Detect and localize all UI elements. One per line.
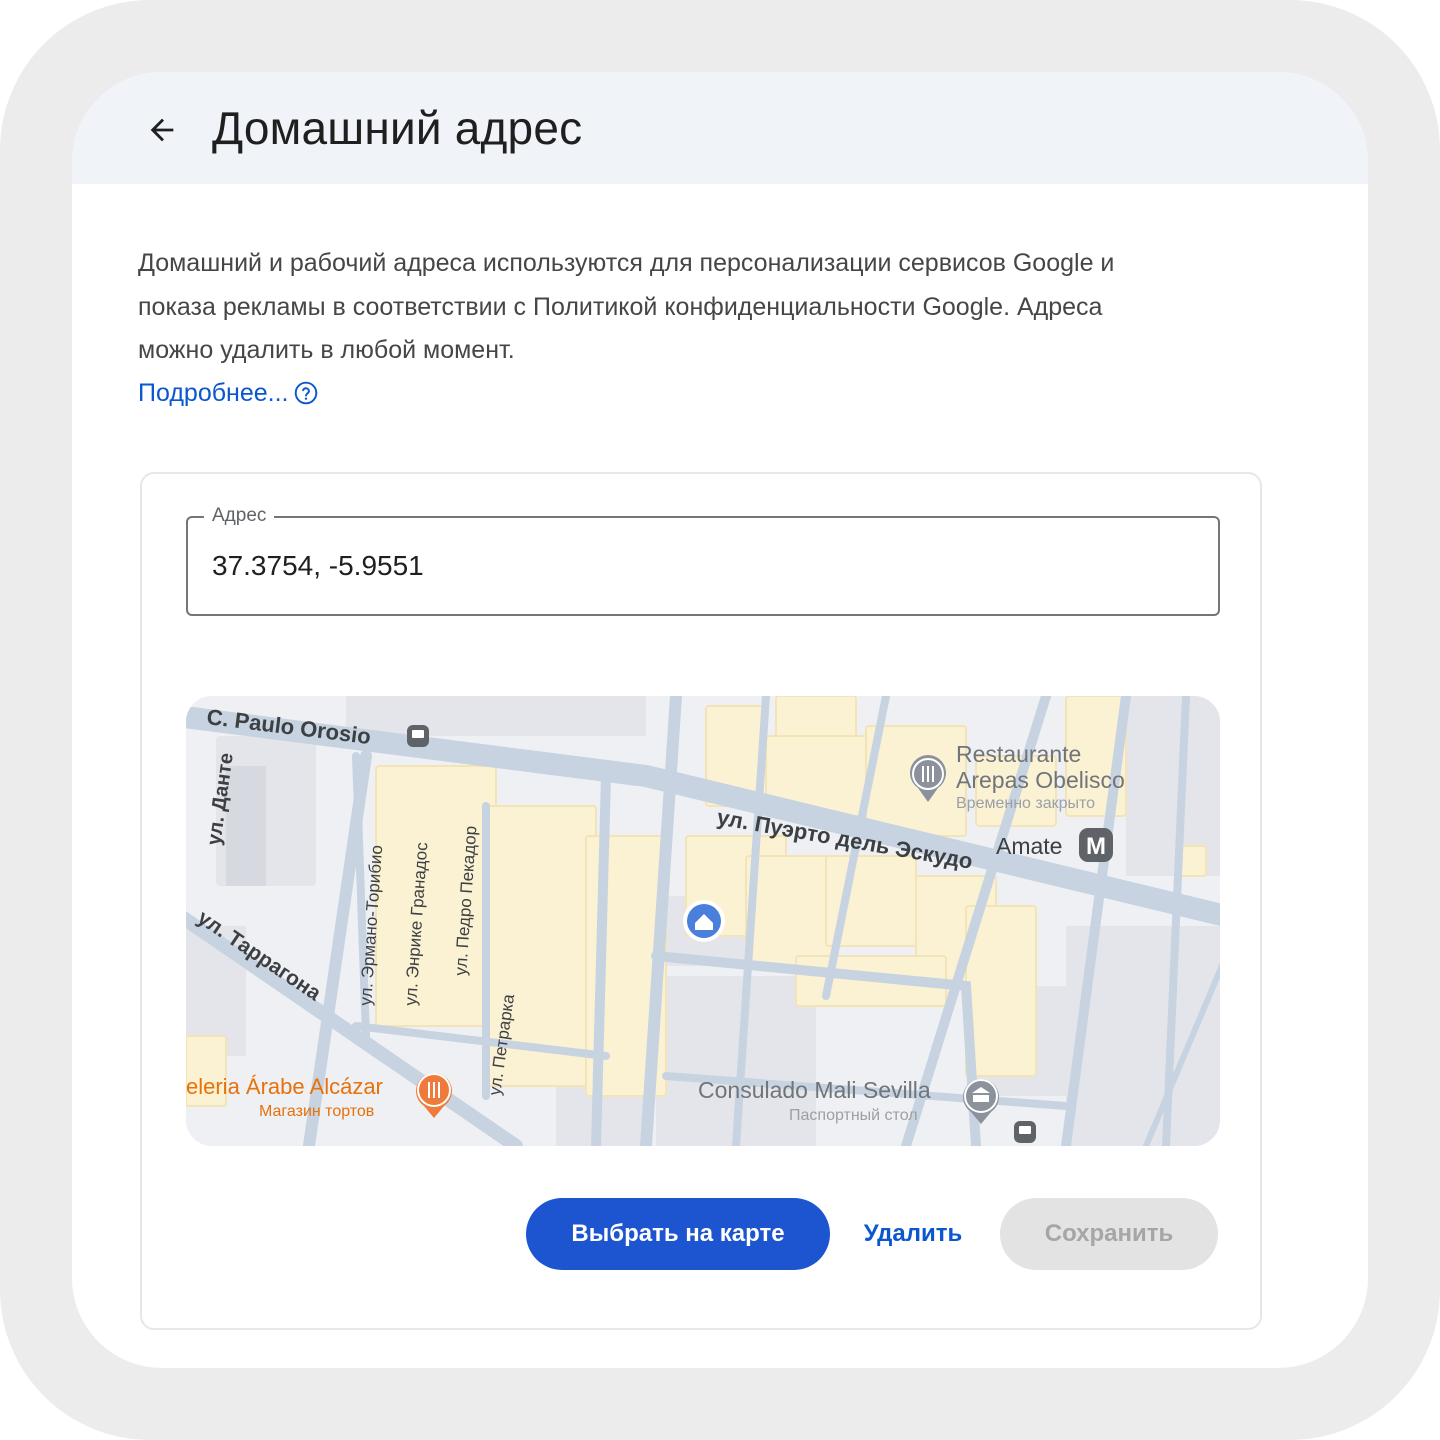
place-status-restaurant: Временно закрыто bbox=[956, 795, 1095, 812]
device-frame: Домашний адрес Домашний и рабочий адреса… bbox=[0, 0, 1440, 1440]
address-input[interactable] bbox=[212, 540, 1172, 592]
pick-on-map-button[interactable]: Выбрать на карте bbox=[526, 1198, 830, 1270]
map-block bbox=[346, 696, 646, 736]
bus-stop-icon bbox=[407, 725, 429, 747]
help-circle-icon bbox=[293, 380, 319, 406]
place-name-restaurant-1: Restaurante bbox=[956, 741, 1081, 767]
map-building bbox=[375, 765, 497, 1027]
place-type-bakery: Магазин тортов bbox=[259, 1103, 374, 1120]
place-type-consulate: Паспортный стол bbox=[789, 1107, 918, 1124]
metro-icon: M bbox=[1079, 828, 1113, 862]
address-card: Адрес 37.3754, -5.9551 C. Paulo Orosio у… bbox=[140, 472, 1262, 1330]
description-text: Домашний и рабочий адреса используются д… bbox=[138, 249, 1115, 364]
settings-window: Домашний адрес Домашний и рабочий адреса… bbox=[72, 72, 1368, 1368]
metro-station-name: Amate bbox=[996, 833, 1062, 859]
address-field: Адрес bbox=[186, 504, 1220, 616]
page-header: Домашний адрес bbox=[72, 72, 1368, 184]
arrow-left-icon bbox=[150, 118, 174, 142]
map-view[interactable]: C. Paulo Orosio ул. Данте ул. Пуэрто дел… bbox=[186, 696, 1220, 1146]
map-canvas[interactable]: C. Paulo Orosio ул. Данте ул. Пуэрто дел… bbox=[186, 696, 1220, 1146]
delete-button[interactable]: Удалить bbox=[848, 1198, 978, 1270]
learn-more-link[interactable]: Подробнее... bbox=[138, 373, 319, 413]
map-building bbox=[745, 855, 837, 967]
metro-station[interactable]: Amate M bbox=[996, 828, 1113, 862]
place-name-restaurant-2: Arepas Obelisco bbox=[956, 767, 1125, 793]
address-field-label: Адрес bbox=[204, 504, 275, 528]
page-title: Домашний адрес bbox=[212, 102, 583, 154]
back-button[interactable] bbox=[140, 108, 184, 152]
place-name-consulate: Consulado Mali Sevilla bbox=[698, 1077, 931, 1103]
learn-more-label: Подробнее... bbox=[138, 379, 289, 407]
bus-stop-icon bbox=[1014, 1121, 1036, 1143]
place-name-bakery: eleria Árabe Alcázar bbox=[186, 1074, 383, 1099]
metro-letter: M bbox=[1086, 833, 1106, 860]
save-button[interactable]: Сохранить bbox=[1000, 1198, 1218, 1270]
home-pin[interactable] bbox=[683, 900, 725, 942]
